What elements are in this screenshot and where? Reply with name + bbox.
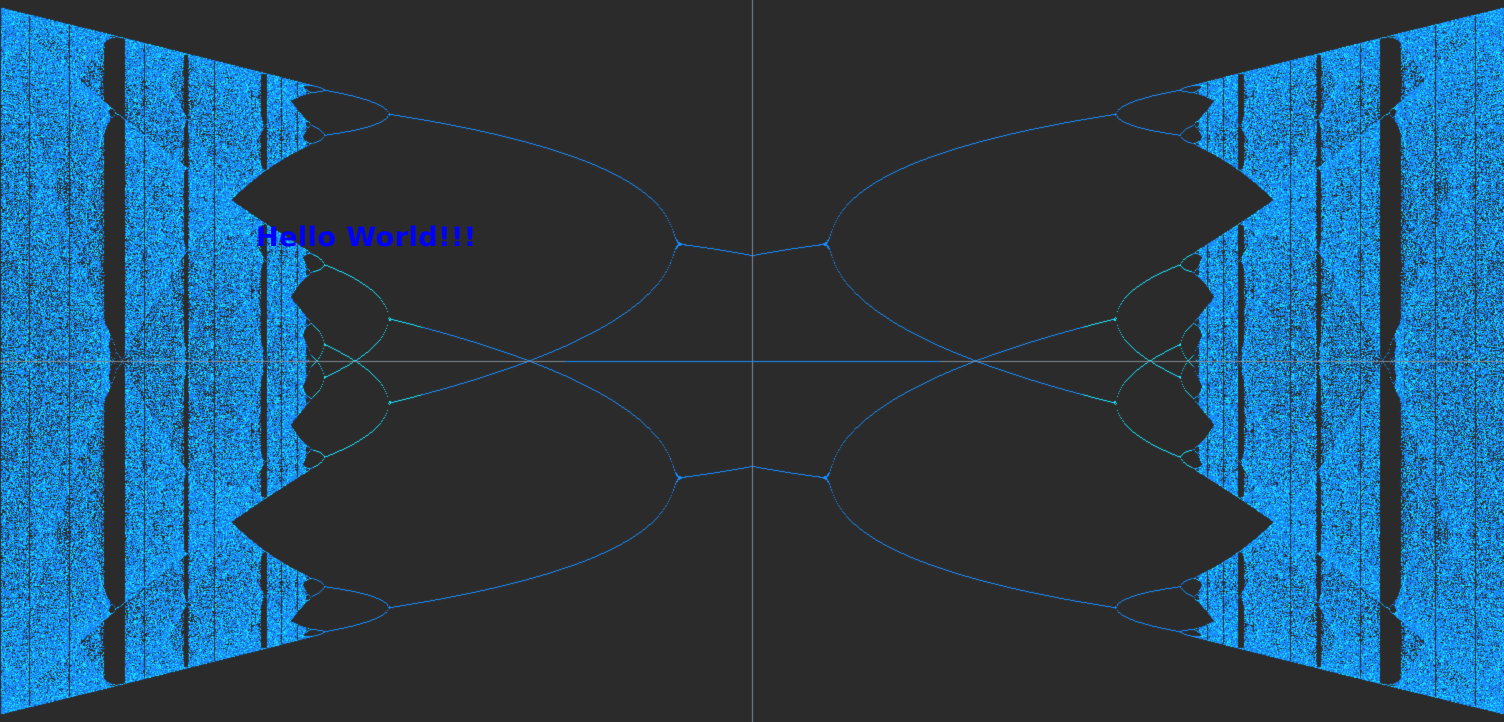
bifurcation-canvas [0,0,1504,722]
render-viewport: Hello World!!! [0,0,1504,722]
overlay-hello-text: Hello World!!! [256,222,477,253]
